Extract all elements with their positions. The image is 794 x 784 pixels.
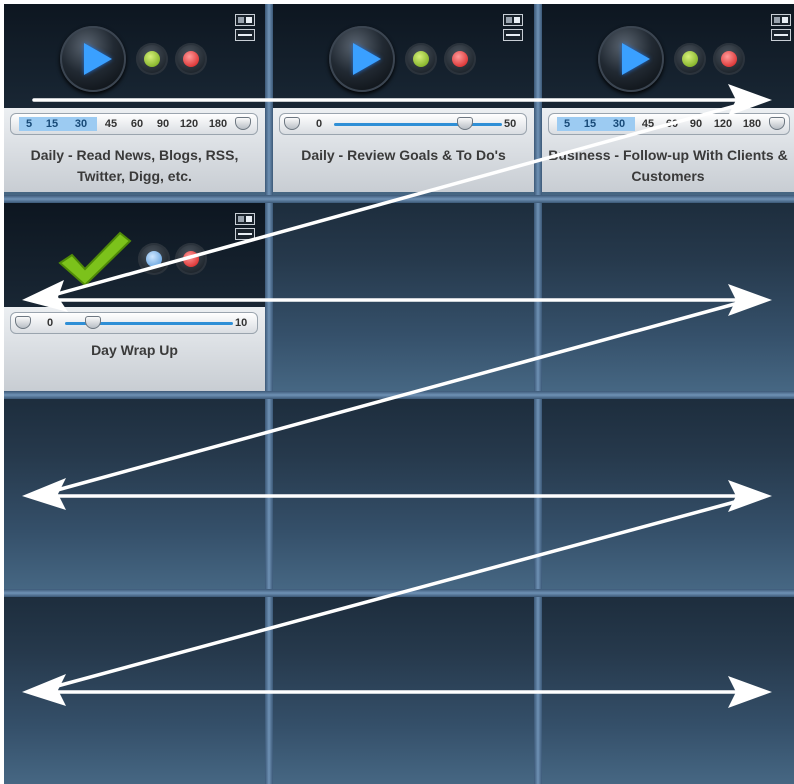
view-toggle-icon[interactable] [235, 14, 255, 26]
task-title: Business - Follow-up With Clients & Cust… [548, 147, 788, 184]
play-button[interactable] [60, 26, 126, 92]
task-title: Day Wrap Up [91, 342, 178, 358]
play-icon [353, 43, 381, 75]
slider-handle[interactable] [769, 117, 785, 130]
task-title: Daily - Read News, Blogs, RSS, Twitter, … [30, 147, 239, 184]
skip-back-icon [146, 251, 162, 267]
time-option[interactable]: 60 [661, 117, 683, 131]
complete-button[interactable] [405, 43, 437, 75]
task-card-read-news[interactable]: 5 15 30 45 60 90 120 180 Daily - Read Ne… [4, 4, 265, 195]
slider-min-value: 0 [47, 317, 54, 329]
task-grid: 5 15 30 45 60 90 120 180 Daily - Read Ne… [4, 4, 794, 784]
stop-icon [721, 51, 737, 67]
time-option[interactable]: 180 [205, 117, 231, 131]
slider-min-handle[interactable] [284, 117, 300, 130]
time-option[interactable]: 120 [175, 117, 203, 131]
task-card-review-goals[interactable]: 0 50 Daily - Review Goals & To Do's [273, 4, 534, 195]
time-preset-selector[interactable]: 5 15 30 45 60 90 120 180 [10, 113, 258, 135]
restart-button[interactable] [138, 243, 170, 275]
stop-button[interactable] [175, 43, 207, 75]
slider-max-value: 50 [504, 118, 517, 130]
play-icon [622, 43, 650, 75]
slider-handle[interactable] [457, 117, 473, 130]
slider-max-value: 10 [235, 317, 248, 329]
task-title: Daily - Review Goals & To Do's [301, 147, 506, 163]
time-option[interactable]: 15 [39, 117, 65, 131]
task-card-follow-up[interactable]: 5 15 30 45 60 90 120 180 Business - Foll… [542, 4, 794, 195]
stop-button[interactable] [175, 243, 207, 275]
stop-icon [452, 51, 468, 67]
time-option[interactable]: 90 [151, 117, 175, 131]
check-icon [144, 51, 160, 67]
complete-button[interactable] [136, 43, 168, 75]
view-toggle-icon[interactable] [771, 14, 791, 26]
time-option[interactable]: 180 [739, 117, 765, 131]
grid-cell [542, 399, 794, 589]
grid-cell [4, 597, 265, 784]
time-option[interactable]: 30 [603, 117, 635, 131]
stop-icon [183, 251, 199, 267]
progress-slider[interactable]: 0 50 [279, 113, 527, 135]
time-option[interactable]: 60 [125, 117, 149, 131]
time-option[interactable]: 45 [99, 117, 123, 131]
slider-handle[interactable] [85, 316, 101, 329]
task-header [4, 4, 265, 116]
progress-slider[interactable]: 0 10 [10, 312, 258, 334]
grid-cell [542, 597, 794, 784]
play-button[interactable] [329, 26, 395, 92]
time-option[interactable]: 15 [577, 117, 603, 131]
complete-button[interactable] [674, 43, 706, 75]
grid-divider [4, 391, 794, 399]
time-option[interactable]: 45 [637, 117, 659, 131]
view-toggle-icon[interactable] [235, 213, 255, 225]
grid-divider [4, 195, 794, 203]
expand-icon[interactable] [235, 29, 255, 41]
check-icon [413, 51, 429, 67]
grid-divider [4, 589, 794, 597]
time-option[interactable]: 30 [65, 117, 97, 131]
view-toggle-icon[interactable] [503, 14, 523, 26]
time-preset-selector[interactable]: 5 15 30 45 60 90 120 180 [548, 113, 790, 135]
task-card-day-wrap-up[interactable]: 0 10 Day Wrap Up [4, 203, 265, 391]
slider-track[interactable] [334, 123, 502, 126]
time-option[interactable]: 120 [709, 117, 737, 131]
slider-handle[interactable] [235, 117, 251, 130]
grid-cell [273, 399, 534, 589]
time-option[interactable]: 5 [557, 117, 577, 131]
play-icon [84, 43, 112, 75]
grid-cell [542, 203, 794, 391]
slider-min-value: 0 [316, 118, 323, 130]
time-option[interactable]: 90 [685, 117, 707, 131]
expand-icon[interactable] [235, 228, 255, 240]
slider-min-handle[interactable] [15, 316, 31, 329]
grid-cell [273, 203, 534, 391]
grid-cell [4, 399, 265, 589]
expand-icon[interactable] [503, 29, 523, 41]
grid-cell [273, 597, 534, 784]
task-header [273, 4, 534, 116]
task-header [542, 4, 794, 116]
time-option[interactable]: 5 [19, 117, 39, 131]
expand-icon[interactable] [771, 29, 791, 41]
check-icon [682, 51, 698, 67]
play-button[interactable] [598, 26, 664, 92]
big-checkmark-icon [58, 231, 132, 287]
stop-button[interactable] [444, 43, 476, 75]
stop-button[interactable] [713, 43, 745, 75]
stop-icon [183, 51, 199, 67]
task-header [4, 203, 265, 315]
